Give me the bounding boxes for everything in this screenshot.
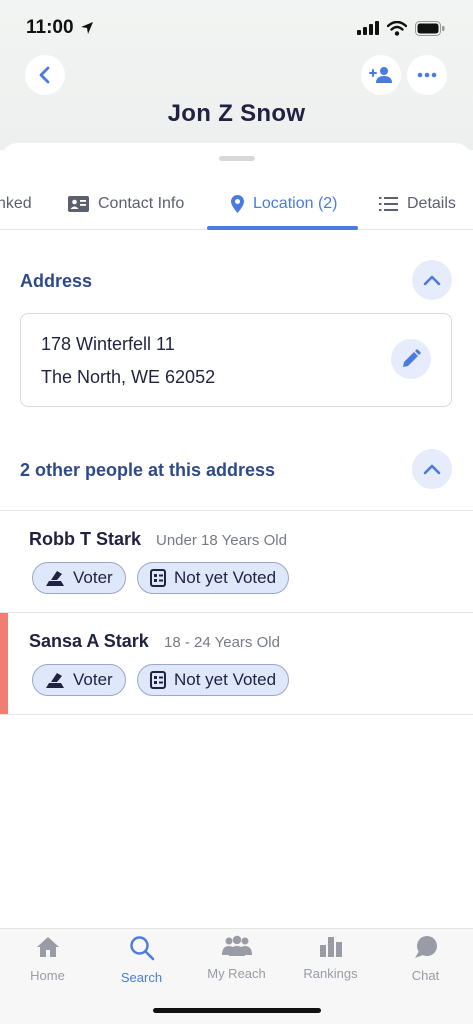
person-name: Sansa A Stark [29,631,149,651]
nav-search[interactable]: Search [94,935,189,995]
nav-label: Rankings [303,966,358,981]
nav-my-reach[interactable]: My Reach [189,935,284,995]
chip-label: Voter [73,670,113,689]
person-row[interactable]: Robb T Stark Under 18 Years Old Voter No… [0,511,473,612]
vote-status-chip[interactable]: Not yet Voted [137,562,290,594]
tab-contact-info[interactable]: Contact Info [68,178,184,230]
page-title: Jon Z Snow [167,100,306,127]
drag-handle[interactable] [219,156,255,161]
home-indicator [153,1008,321,1013]
person-name: Robb T Stark [29,529,142,549]
pencil-icon [403,349,421,367]
nav-home[interactable]: Home [0,935,95,995]
location-arrow-icon [80,22,93,34]
tab-label: Details [407,195,456,212]
chat-icon [414,936,437,958]
address-line-2: The North, WE 62052 [41,367,216,387]
map-pin-icon [231,195,244,213]
nav-label: Search [120,970,163,985]
address-section-title: Address [20,271,93,291]
clock-text: 11:00 [26,17,74,38]
signal-icon [357,21,379,35]
search-icon [129,936,154,961]
chip-label: Not yet Voted [174,568,277,587]
nav-rankings[interactable]: Rankings [283,935,378,995]
status-bar: 11:00 [0,0,473,56]
nav-chat[interactable]: Chat [378,935,473,995]
vote-status-chip[interactable]: Not yet Voted [137,664,290,696]
nav-label: Home [30,968,65,983]
more-horizontal-icon [417,72,437,78]
nav-label: My Reach [207,966,266,981]
contact-card-icon [68,196,89,212]
more-options-button[interactable] [407,55,447,95]
divider [0,714,473,715]
back-button[interactable] [25,55,65,95]
tab-label: Location (2) [253,195,338,212]
others-section-title: 2 other people at this address [20,460,276,480]
person-age: 18 - 24 Years Old [164,634,280,651]
chevron-left-icon [39,66,50,84]
tab-details[interactable]: Details [379,178,456,230]
alert-indicator [0,613,8,714]
add-person-icon [369,67,392,83]
address-card: 178 Winterfell 11 The North, WE 62052 [20,313,452,407]
wifi-icon [387,20,407,36]
chip-label: Not yet Voted [174,670,277,689]
status-time: 11:00 [26,17,94,39]
chevron-up-icon [423,275,441,285]
ballot-box-icon [46,673,64,688]
person-age: Under 18 Years Old [156,532,287,549]
voter-chip[interactable]: Voter [32,664,126,696]
collapse-others-button[interactable] [412,449,452,489]
home-icon [36,937,59,957]
chevron-up-icon [423,464,441,474]
tab-label: Contact Info [98,195,185,212]
bar-chart-icon [319,937,342,957]
person-row[interactable]: Sansa A Stark 18 - 24 Years Old Voter No… [0,613,473,714]
checklist-icon [150,671,166,689]
battery-icon [415,20,445,36]
tab-bar: nked Contact Info Location (2) Details [0,178,473,230]
people-icon [221,935,252,956]
tab-label: nked [0,195,32,212]
detail-sheet: nked Contact Info Location (2) Details A… [0,143,473,928]
chip-label: Voter [73,568,113,587]
tab-location[interactable]: Location (2) [231,178,338,230]
add-contact-button[interactable] [361,55,401,95]
checklist-icon [150,569,166,587]
voter-chip[interactable]: Voter [32,562,126,594]
nav-label: Chat [411,968,440,983]
address-line-1: 178 Winterfell 11 [41,334,175,354]
active-tab-indicator [207,226,358,230]
tab-linked[interactable]: nked [0,178,32,230]
collapse-address-button[interactable] [412,260,452,300]
edit-address-button[interactable] [391,339,431,379]
list-icon [379,197,398,211]
ballot-box-icon [46,571,64,586]
